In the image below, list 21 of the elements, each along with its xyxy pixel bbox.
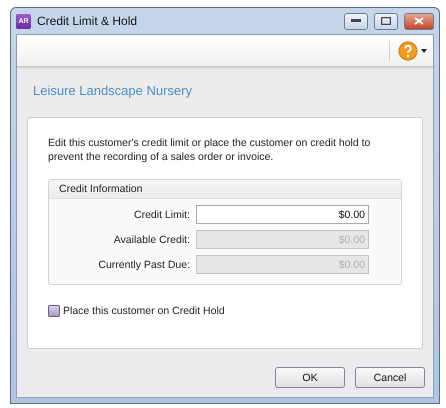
minimize-button[interactable]: [344, 12, 368, 30]
checkbox-label: Place this customer on Credit Hold: [63, 305, 225, 317]
caret-icon: [421, 48, 427, 52]
window-title: Credit Limit & Hold: [37, 14, 138, 28]
dialog-button[interactable]: Cancel: [355, 367, 425, 388]
dialog-button[interactable]: OK: [275, 367, 345, 388]
group-title: Credit Information: [49, 180, 401, 199]
customer-heading: Leisure Landscape Nursery: [32, 82, 193, 100]
amount-field[interactable]: $0.00: [196, 205, 369, 224]
maximize-icon: [381, 17, 391, 25]
close-button[interactable]: [404, 12, 434, 30]
description-text: Edit this customer's credit limit or place the customer on credit hold to prevent the recording of a sales order or invoice.: [48, 136, 372, 164]
field-label: Currently Past Due:: [98, 258, 190, 270]
help-button[interactable]: [398, 40, 427, 60]
field-label: Available Credit:: [114, 234, 190, 246]
checkbox[interactable]: [48, 305, 60, 317]
close-icon: [414, 17, 424, 25]
minimize-icon: [351, 19, 361, 23]
maximize-button[interactable]: [374, 12, 398, 30]
help-icon: [398, 40, 418, 60]
field-label: Credit Limit:: [134, 208, 190, 220]
